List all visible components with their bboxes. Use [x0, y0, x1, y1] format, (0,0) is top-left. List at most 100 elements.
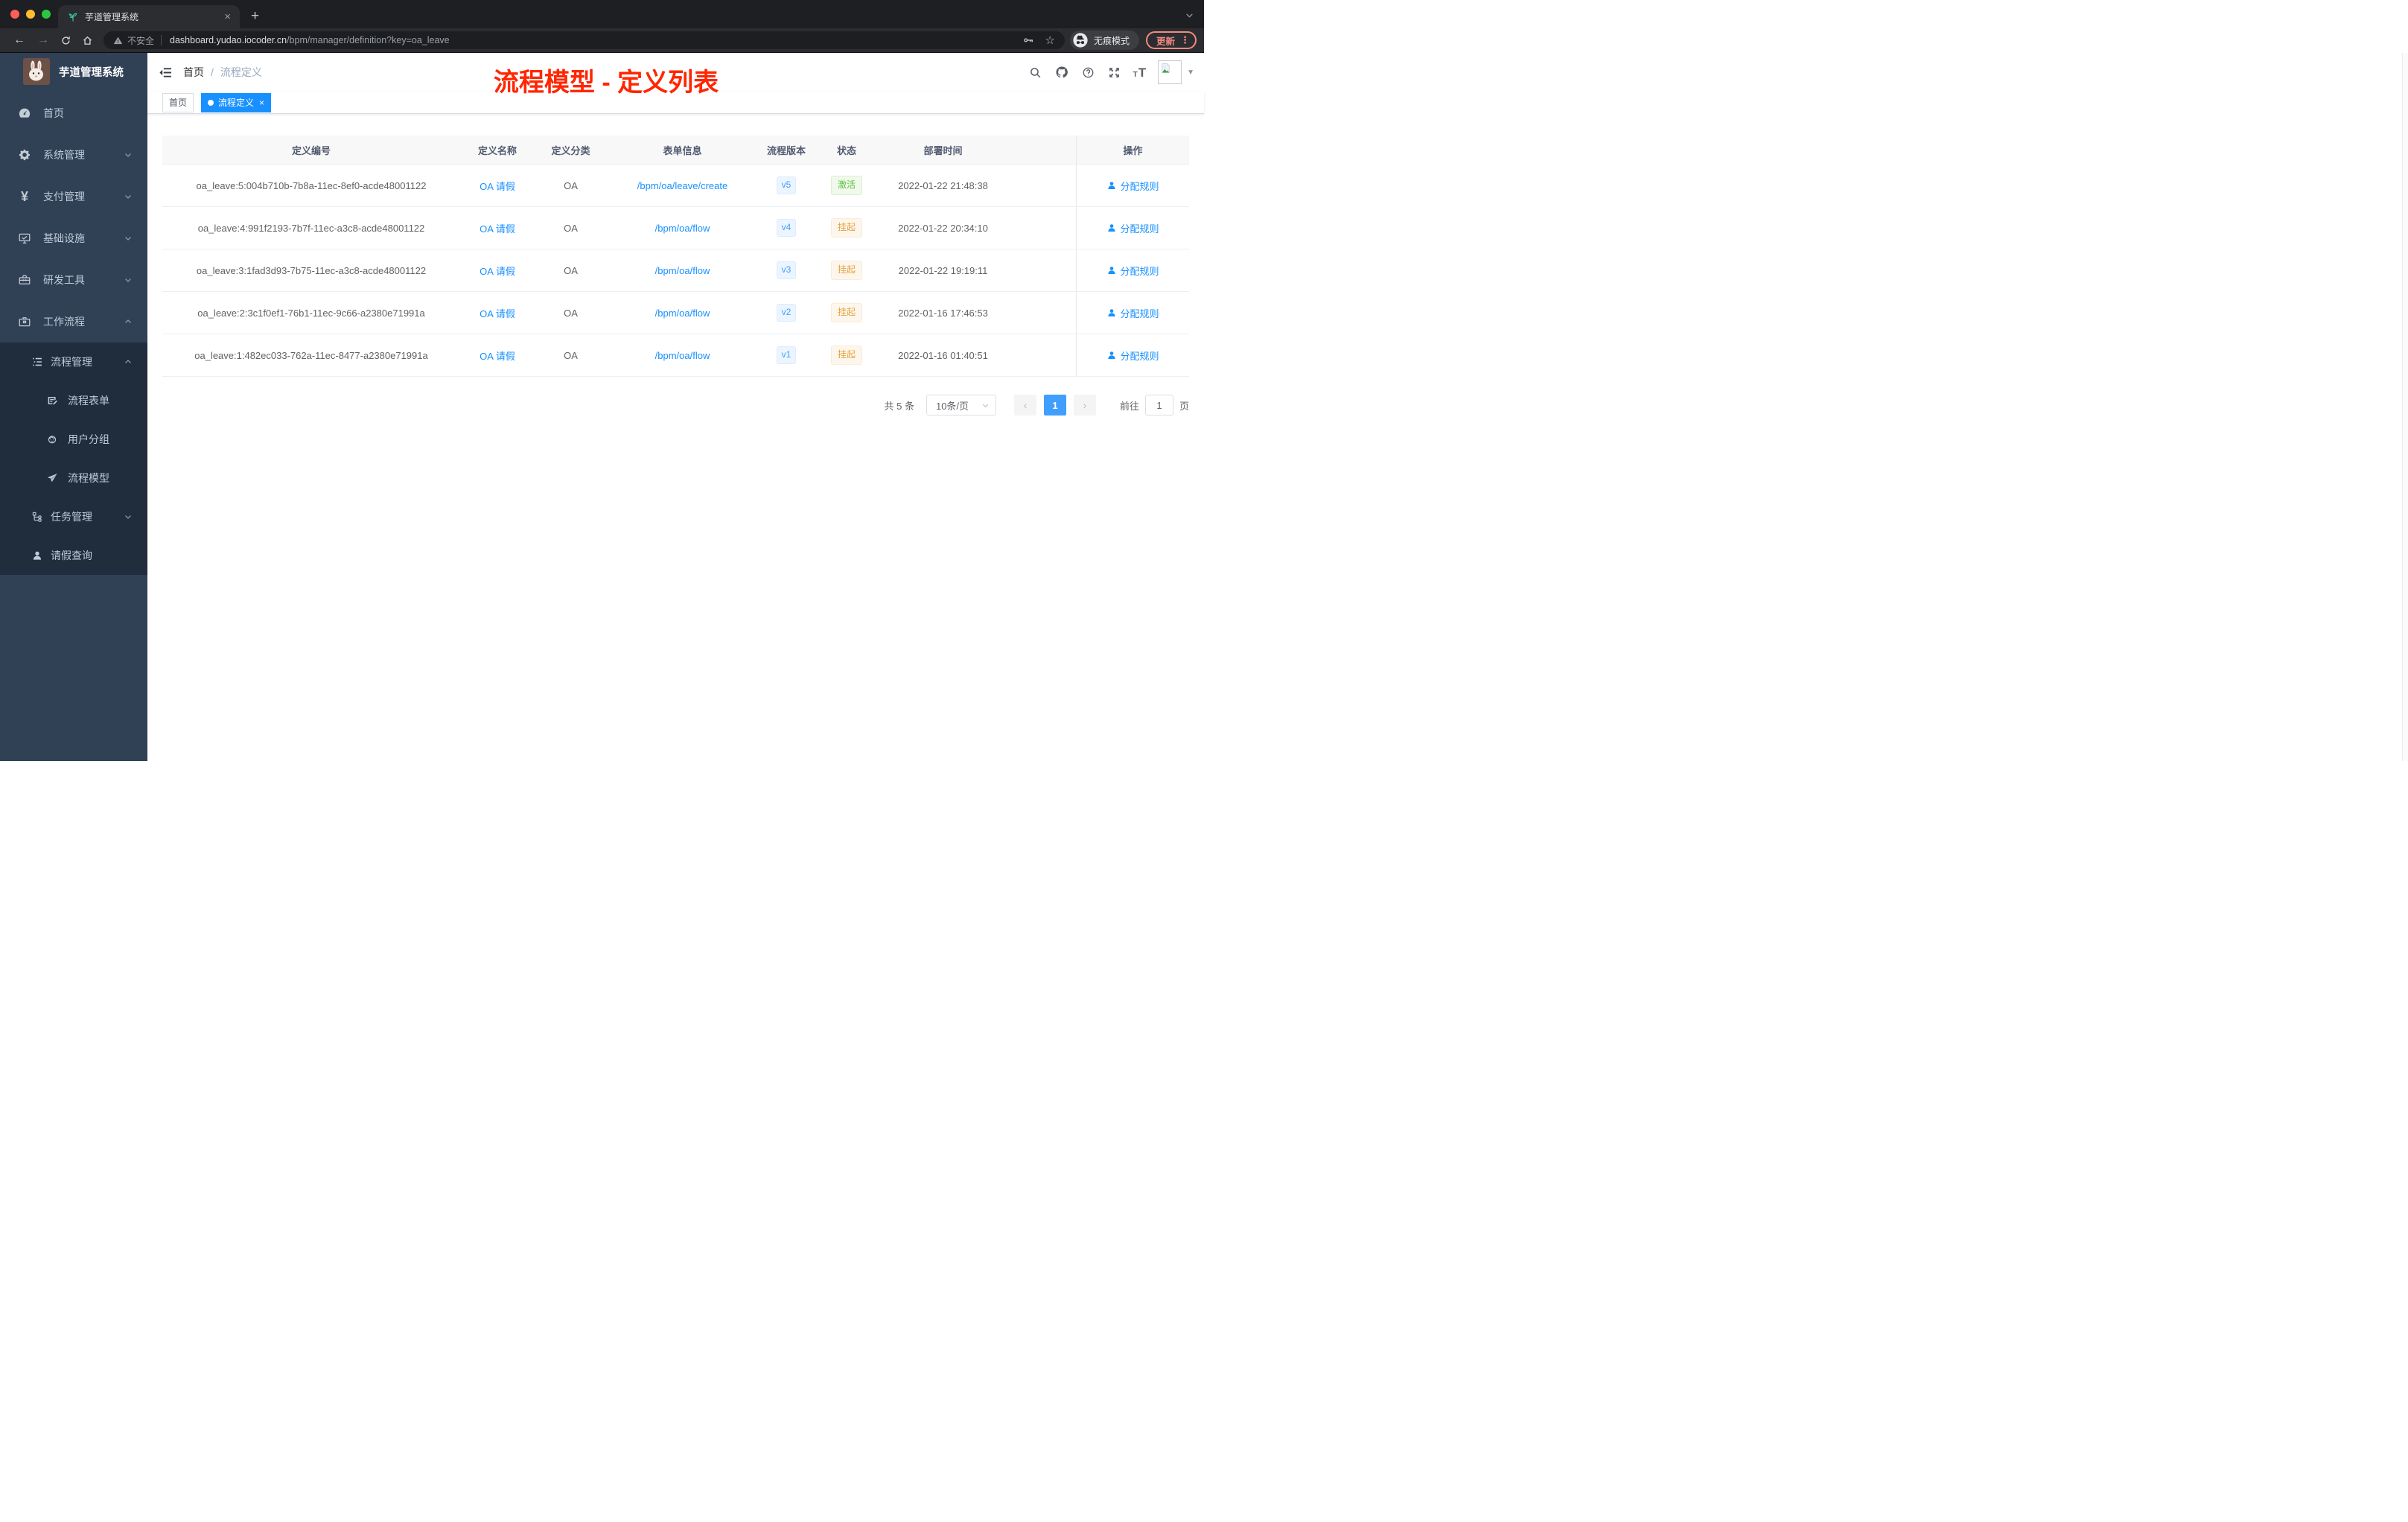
browser-tab[interactable]: 芋道管理系统 ×	[58, 5, 240, 28]
sidebar-item-label: 研发工具	[43, 274, 85, 286]
browser-toolbar: ← → 不安全 dashboard.yudao.iocoder.cn/bpm/m…	[0, 28, 1204, 52]
incognito-icon	[1072, 32, 1089, 48]
assign-rule-button[interactable]: 分配规则	[1106, 264, 1159, 278]
definition-name-link[interactable]: OA 请假	[480, 223, 515, 235]
window-controls	[10, 10, 51, 19]
form-link[interactable]: /bpm/oa/flow	[655, 350, 710, 361]
url-text: dashboard.yudao.iocoder.cn/bpm/manager/d…	[170, 35, 450, 45]
search-icon[interactable]	[1022, 66, 1048, 79]
tag-home[interactable]: 首页	[162, 92, 194, 112]
assign-rule-button[interactable]: 分配规则	[1106, 179, 1159, 193]
gear-icon	[18, 148, 31, 162]
sidebar-item-process-management[interactable]: 流程管理	[0, 343, 147, 381]
help-icon[interactable]	[1075, 66, 1101, 79]
sidebar-item-home[interactable]: 首页	[0, 92, 147, 134]
sidebar-item-user-group[interactable]: 用户分组	[0, 420, 147, 459]
sidebar-item-label: 用户分组	[68, 433, 109, 445]
sidebar-item-leave-query[interactable]: 请假查询	[0, 536, 147, 575]
current-page-button[interactable]: 1	[1043, 395, 1066, 415]
table-row: oa_leave:1:482ec033-762a-11ec-8477-a2380…	[162, 334, 1189, 377]
prev-page-button[interactable]: ‹	[1013, 395, 1036, 415]
sidebar-item-label: 流程模型	[68, 472, 109, 484]
sidebar: 芋道管理系统 首页 系统管理 ¥ 支付管理 基础设施 研发工具 工作流程 流程管…	[0, 53, 147, 761]
table-row: oa_leave:4:991f2193-7b7f-11ec-a3c8-acde4…	[162, 207, 1189, 249]
definition-name-link[interactable]: OA 请假	[480, 351, 515, 362]
reload-icon[interactable]	[55, 35, 77, 46]
goto-page-input[interactable]	[1144, 395, 1173, 415]
sidebar-item-label: 工作流程	[43, 316, 85, 328]
tab-search-chevron-icon[interactable]	[1185, 10, 1194, 20]
browser-update-button[interactable]: 更新 ⋮	[1145, 31, 1197, 49]
fullscreen-icon[interactable]	[1101, 66, 1127, 79]
incognito-badge: 无痕模式	[1069, 31, 1139, 50]
chevron-down-icon	[124, 512, 133, 521]
user-group-icon	[46, 433, 58, 445]
window-minimize-button[interactable]	[26, 10, 35, 19]
assign-rule-button[interactable]: 分配规则	[1106, 221, 1159, 235]
new-tab-button[interactable]: +	[251, 9, 259, 23]
sidebar-item-label: 任务管理	[51, 511, 92, 523]
assign-rule-button[interactable]: 分配规则	[1106, 348, 1159, 363]
breadcrumb-separator: /	[211, 66, 214, 78]
browser-tab-strip: 芋道管理系统 × +	[0, 0, 1204, 28]
form-link[interactable]: /bpm/oa/flow	[655, 308, 710, 319]
bookmark-star-icon[interactable]: ☆	[1045, 35, 1055, 46]
annotation-title: 流程模型 - 定义列表	[493, 69, 719, 97]
table-row: oa_leave:2:3c1f0ef1-76b1-11ec-9c66-a2380…	[162, 292, 1189, 334]
chevron-down-icon	[124, 150, 133, 159]
sidebar-item-label: 基础设施	[43, 232, 85, 244]
tag-process-definition[interactable]: 流程定义 ×	[201, 92, 272, 112]
window-close-button[interactable]	[10, 10, 19, 19]
window-zoom-button[interactable]	[42, 10, 51, 19]
sidebar-item-payment[interactable]: ¥ 支付管理	[0, 176, 147, 217]
sidebar-item-process-form[interactable]: 流程表单	[0, 381, 147, 420]
tag-close-icon[interactable]: ×	[259, 98, 264, 107]
incognito-label: 无痕模式	[1093, 35, 1130, 46]
password-key-icon[interactable]	[1022, 34, 1034, 46]
sidebar-item-task-management[interactable]: 任务管理	[0, 497, 147, 536]
sidebar-logo[interactable]: 芋道管理系统	[0, 53, 147, 90]
toolbox-icon	[18, 273, 31, 287]
home-icon[interactable]	[77, 35, 98, 46]
active-tag-dot	[208, 99, 214, 106]
sidebar-item-system[interactable]: 系统管理	[0, 134, 147, 176]
col-header-status: 状态	[836, 144, 856, 156]
security-label[interactable]: 不安全	[127, 34, 154, 47]
page-size-select[interactable]: 10条/页	[926, 395, 996, 415]
logo-image	[23, 58, 50, 85]
breadcrumb-home[interactable]: 首页	[183, 65, 204, 80]
definition-name-link[interactable]: OA 请假	[480, 181, 515, 192]
browser-menu-kebab-icon[interactable]: ⋮	[1180, 34, 1190, 46]
sidebar-item-dev-tools[interactable]: 研发工具	[0, 259, 147, 301]
sidebar-fold-icon[interactable]	[147, 66, 182, 80]
tab-close-icon[interactable]: ×	[223, 11, 232, 22]
form-link[interactable]: /bpm/oa/flow	[655, 265, 710, 276]
forward-icon[interactable]: →	[31, 34, 55, 46]
address-bar[interactable]: 不安全 dashboard.yudao.iocoder.cn/bpm/manag…	[103, 31, 1065, 49]
github-icon[interactable]	[1048, 66, 1075, 79]
next-page-button[interactable]: ›	[1073, 395, 1096, 415]
yen-icon: ¥	[20, 189, 28, 204]
avatar-caret-icon[interactable]: ▼	[1187, 69, 1194, 77]
breadcrumb-current: 流程定义	[220, 66, 262, 78]
definition-id: oa_leave:3:1fad3d93-7b75-11ec-a3c8-acde4…	[196, 264, 427, 276]
breadcrumb: 首页 / 流程定义	[183, 65, 262, 80]
form-link[interactable]: /bpm/oa/flow	[655, 223, 710, 234]
definition-name-link[interactable]: OA 请假	[480, 308, 515, 319]
sidebar-item-label: 首页	[43, 107, 64, 119]
monitor-icon	[18, 232, 31, 245]
avatar[interactable]	[1158, 60, 1182, 84]
definition-name-link[interactable]: OA 请假	[480, 266, 515, 277]
sidebar-item-infrastructure[interactable]: 基础设施	[0, 217, 147, 259]
back-icon[interactable]: ←	[7, 34, 31, 46]
form-link[interactable]: /bpm/oa/leave/create	[637, 180, 727, 191]
tag-label: 流程定义	[218, 98, 255, 108]
font-size-icon[interactable]: T T	[1127, 66, 1153, 79]
briefcase-icon	[18, 315, 31, 328]
sidebar-item-label: 流程管理	[51, 356, 92, 368]
assign-rule-button[interactable]: 分配规则	[1106, 306, 1159, 320]
page-scrollbar[interactable]	[2402, 53, 2408, 761]
chevron-down-icon	[124, 192, 133, 201]
sidebar-item-process-model[interactable]: 流程模型	[0, 459, 147, 497]
sidebar-item-workflow[interactable]: 工作流程	[0, 301, 147, 343]
